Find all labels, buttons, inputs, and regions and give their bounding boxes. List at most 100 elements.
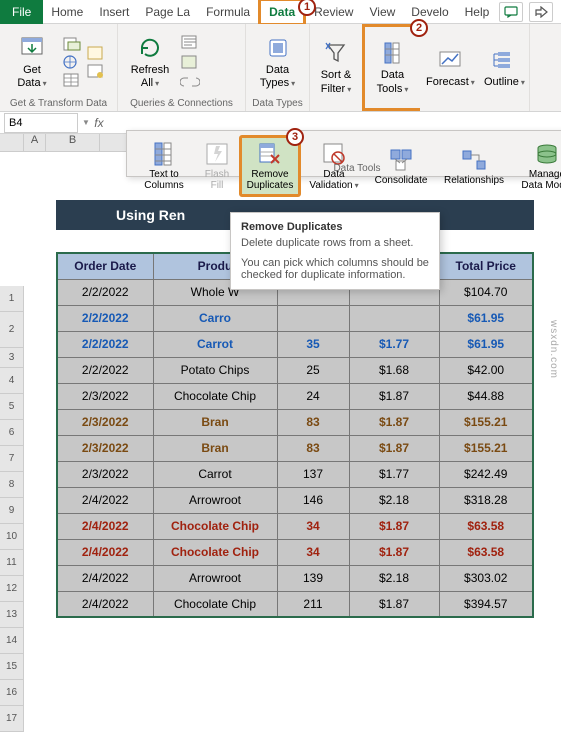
table-cell[interactable]: 24 bbox=[277, 383, 349, 409]
table-cell[interactable]: $155.21 bbox=[439, 409, 533, 435]
existing-conn-icon[interactable] bbox=[86, 63, 106, 79]
table-row[interactable]: 2/2/2022Carrot35$1.77$61.95 bbox=[57, 331, 533, 357]
table-row[interactable]: 2/4/2022Chocolate Chip34$1.87$63.58 bbox=[57, 513, 533, 539]
table-cell[interactable]: $155.21 bbox=[439, 435, 533, 461]
table-cell[interactable]: 2/4/2022 bbox=[57, 487, 153, 513]
table-cell[interactable]: $42.00 bbox=[439, 357, 533, 383]
table-cell[interactable]: $242.49 bbox=[439, 461, 533, 487]
table-cell[interactable]: Carrot bbox=[153, 331, 277, 357]
sort-filter-button[interactable]: Sort & Filter bbox=[316, 35, 356, 101]
file-tab[interactable]: File bbox=[0, 0, 43, 24]
table-row[interactable]: 2/4/2022Chocolate Chip34$1.87$63.58 bbox=[57, 539, 533, 565]
row-header[interactable]: 10 bbox=[0, 524, 24, 550]
row-header[interactable]: 2 bbox=[0, 312, 24, 348]
from-text-icon[interactable] bbox=[62, 36, 82, 52]
table-cell[interactable]: $1.87 bbox=[349, 513, 439, 539]
table-cell[interactable]: $1.87 bbox=[349, 591, 439, 617]
table-row[interactable]: 2/3/2022Carrot137$1.77$242.49 bbox=[57, 461, 533, 487]
row-header[interactable]: 17 bbox=[0, 706, 24, 732]
table-cell[interactable]: $1.87 bbox=[349, 409, 439, 435]
data-tools-button[interactable]: Data Tools bbox=[371, 35, 414, 101]
table-cell[interactable]: $1.87 bbox=[349, 383, 439, 409]
row-header[interactable]: 12 bbox=[0, 576, 24, 602]
tab-developer[interactable]: Develo bbox=[403, 1, 456, 23]
data-types-button[interactable]: Data Types bbox=[252, 29, 303, 95]
refresh-all-button[interactable]: Refresh All bbox=[124, 29, 176, 95]
table-cell[interactable]: 2/4/2022 bbox=[57, 539, 153, 565]
select-all-corner[interactable] bbox=[0, 134, 24, 151]
row-header[interactable]: 8 bbox=[0, 472, 24, 498]
table-cell[interactable]: 2/2/2022 bbox=[57, 279, 153, 305]
table-cell[interactable]: $44.88 bbox=[439, 383, 533, 409]
name-box[interactable] bbox=[4, 113, 78, 133]
remove-duplicates-button[interactable]: Remove Duplicates 3 bbox=[239, 135, 301, 197]
row-header[interactable]: 6 bbox=[0, 420, 24, 446]
row-header[interactable]: 7 bbox=[0, 446, 24, 472]
row-header[interactable]: 5 bbox=[0, 394, 24, 420]
row-header[interactable]: 16 bbox=[0, 680, 24, 706]
table-cell[interactable]: 137 bbox=[277, 461, 349, 487]
outline-button[interactable]: Outline bbox=[484, 35, 525, 101]
table-cell[interactable]: 2/4/2022 bbox=[57, 565, 153, 591]
table-cell[interactable]: Arrowroot bbox=[153, 487, 277, 513]
table-cell[interactable]: $63.58 bbox=[439, 539, 533, 565]
table-cell[interactable]: Potato Chips bbox=[153, 357, 277, 383]
row-header[interactable]: 4 bbox=[0, 368, 24, 394]
col-header-B[interactable]: B bbox=[46, 134, 100, 151]
table-row[interactable]: 2/4/2022Chocolate Chip211$1.87$394.57 bbox=[57, 591, 533, 617]
table-cell[interactable]: $2.18 bbox=[349, 487, 439, 513]
col-total-price[interactable]: Total Price bbox=[439, 253, 533, 279]
table-cell[interactable]: 2/4/2022 bbox=[57, 591, 153, 617]
table-cell[interactable]: 2/3/2022 bbox=[57, 383, 153, 409]
tab-help[interactable]: Help bbox=[457, 1, 498, 23]
table-cell[interactable] bbox=[349, 305, 439, 331]
tab-formulas[interactable]: Formula bbox=[198, 1, 258, 23]
row-header[interactable]: 14 bbox=[0, 628, 24, 654]
queries-icon[interactable] bbox=[180, 34, 200, 50]
table-cell[interactable]: Bran bbox=[153, 435, 277, 461]
spreadsheet-grid[interactable]: A B 1 2 3 4 5 6 7 8 9 10 11 12 13 14 15 … bbox=[0, 134, 561, 632]
table-cell[interactable]: Bran bbox=[153, 409, 277, 435]
table-cell[interactable]: 139 bbox=[277, 565, 349, 591]
table-cell[interactable]: Arrowroot bbox=[153, 565, 277, 591]
row-header[interactable]: 3 bbox=[0, 348, 24, 368]
table-cell[interactable]: $1.68 bbox=[349, 357, 439, 383]
table-cell[interactable]: $1.87 bbox=[349, 539, 439, 565]
row-header[interactable]: 15 bbox=[0, 654, 24, 680]
properties-icon[interactable] bbox=[180, 54, 200, 70]
table-cell[interactable]: 2/3/2022 bbox=[57, 435, 153, 461]
table-cell[interactable]: $318.28 bbox=[439, 487, 533, 513]
table-cell[interactable]: Chocolate Chip bbox=[153, 539, 277, 565]
table-cell[interactable]: $303.02 bbox=[439, 565, 533, 591]
table-row[interactable]: 2/4/2022Arrowroot139$2.18$303.02 bbox=[57, 565, 533, 591]
table-row[interactable]: 2/4/2022Arrowroot146$2.18$318.28 bbox=[57, 487, 533, 513]
table-cell[interactable]: Chocolate Chip bbox=[153, 383, 277, 409]
table-cell[interactable]: $1.77 bbox=[349, 461, 439, 487]
table-cell[interactable]: $63.58 bbox=[439, 513, 533, 539]
forecast-button[interactable]: Forecast bbox=[426, 35, 475, 101]
table-cell[interactable]: $61.95 bbox=[439, 305, 533, 331]
table-cell[interactable]: 2/2/2022 bbox=[57, 357, 153, 383]
table-row[interactable]: 2/3/2022Bran83$1.87$155.21 bbox=[57, 435, 533, 461]
table-cell[interactable]: 2/2/2022 bbox=[57, 331, 153, 357]
table-row[interactable]: 2/2/2022Carro$61.95 bbox=[57, 305, 533, 331]
col-header-A[interactable]: A bbox=[24, 134, 46, 151]
tab-pagelayout[interactable]: Page La bbox=[137, 1, 198, 23]
table-cell[interactable]: Chocolate Chip bbox=[153, 513, 277, 539]
table-cell[interactable]: 211 bbox=[277, 591, 349, 617]
row-header[interactable]: 9 bbox=[0, 498, 24, 524]
recent-sources-icon[interactable] bbox=[86, 45, 106, 61]
from-table-icon[interactable] bbox=[62, 72, 82, 88]
table-cell[interactable]: $394.57 bbox=[439, 591, 533, 617]
tab-home[interactable]: Home bbox=[43, 1, 91, 23]
table-cell[interactable]: 2/2/2022 bbox=[57, 305, 153, 331]
share-icon[interactable] bbox=[529, 2, 553, 22]
table-cell[interactable]: 35 bbox=[277, 331, 349, 357]
table-cell[interactable]: 146 bbox=[277, 487, 349, 513]
table-row[interactable]: 2/3/2022Chocolate Chip24$1.87$44.88 bbox=[57, 383, 533, 409]
table-cell[interactable]: 83 bbox=[277, 435, 349, 461]
tab-view[interactable]: View bbox=[361, 1, 403, 23]
table-cell[interactable]: $61.95 bbox=[439, 331, 533, 357]
get-data-button[interactable]: Get Data bbox=[6, 29, 58, 95]
from-web-icon[interactable] bbox=[62, 54, 82, 70]
